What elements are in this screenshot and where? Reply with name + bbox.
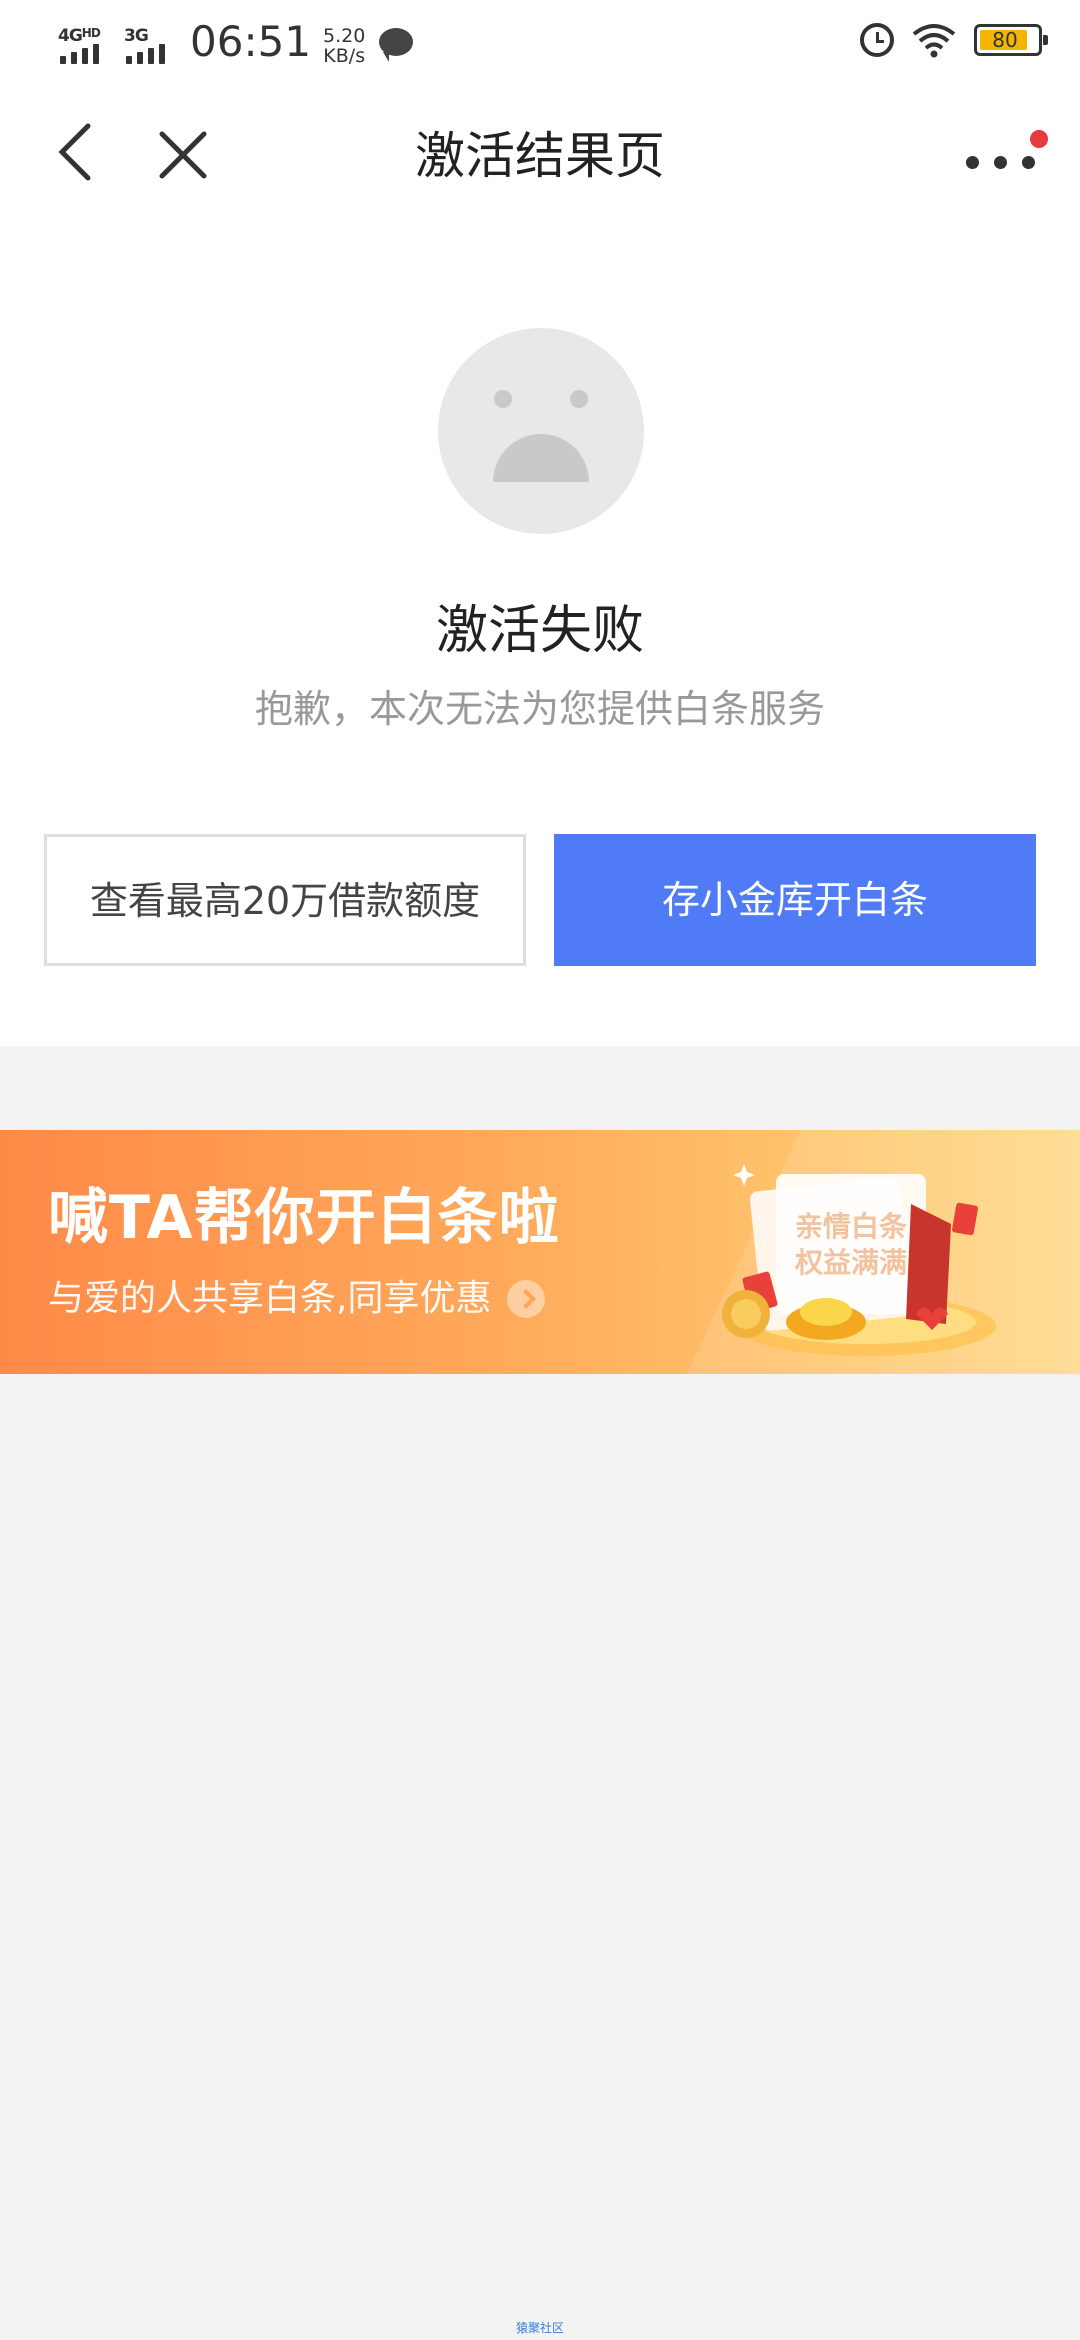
status-right: 80 — [860, 22, 1048, 58]
status-bar: 4GHD 3G 06:51 5.20 KB/s 80 — [0, 0, 1080, 84]
view-credit-limit-button[interactable]: 查看最高20万借款额度 — [44, 834, 526, 966]
result-card: 激活失败 抱歉，本次无法为您提供白条服务 查看最高20万借款额度 存小金库开白条 — [0, 230, 1080, 1046]
art-line1: 亲情白条 — [795, 1210, 907, 1243]
more-dots-icon[interactable] — [966, 130, 1048, 188]
open-baitiao-button[interactable]: 存小金库开白条 — [554, 834, 1036, 966]
speed-value: 5.20 — [323, 25, 366, 47]
clock: 06:51 — [190, 17, 312, 66]
art-line2: 权益满满 — [794, 1246, 907, 1279]
result-title: 激活失败 — [435, 601, 644, 661]
watermark: 猿聚社区 — [515, 2321, 564, 2335]
battery-level: 80 — [992, 28, 1018, 52]
gift-illustration-icon: 亲情白条 权益满满 — [722, 1164, 996, 1356]
signal-4g-icon: 4GHD — [58, 26, 110, 66]
signal-3g-icon: 3G — [124, 26, 170, 66]
banner-title: 喊TA帮你开白条啦 — [48, 1183, 560, 1253]
nav-bar: 激活结果页 — [0, 84, 1080, 230]
alarm-clock-icon — [860, 23, 894, 57]
sad-face-icon — [438, 328, 644, 534]
network-speed: 5.20 KB/s — [323, 26, 365, 66]
banner-subtitle: 与爱的人共享白条,同享优惠 — [48, 1276, 546, 1322]
speed-unit: KB/s — [323, 45, 366, 67]
notification-badge — [1030, 130, 1048, 148]
arrow-right-icon — [507, 1280, 546, 1318]
wifi-icon — [912, 24, 956, 58]
page-title: 激活结果页 — [415, 127, 665, 185]
battery-icon: 80 — [974, 24, 1048, 56]
family-share-banner[interactable]: 喊TA帮你开白条啦 与爱的人共享白条,同享优惠 亲情白条 权益满满 — [0, 1130, 1080, 1374]
status-left: 4GHD 3G 06:51 5.20 KB/s — [58, 17, 414, 66]
chat-bubble-icon — [379, 28, 414, 62]
result-subtitle: 抱歉，本次无法为您提供白条服务 — [254, 687, 825, 731]
banner-subtitle-text: 与爱的人共享白条,同享优惠 — [48, 1278, 492, 1319]
